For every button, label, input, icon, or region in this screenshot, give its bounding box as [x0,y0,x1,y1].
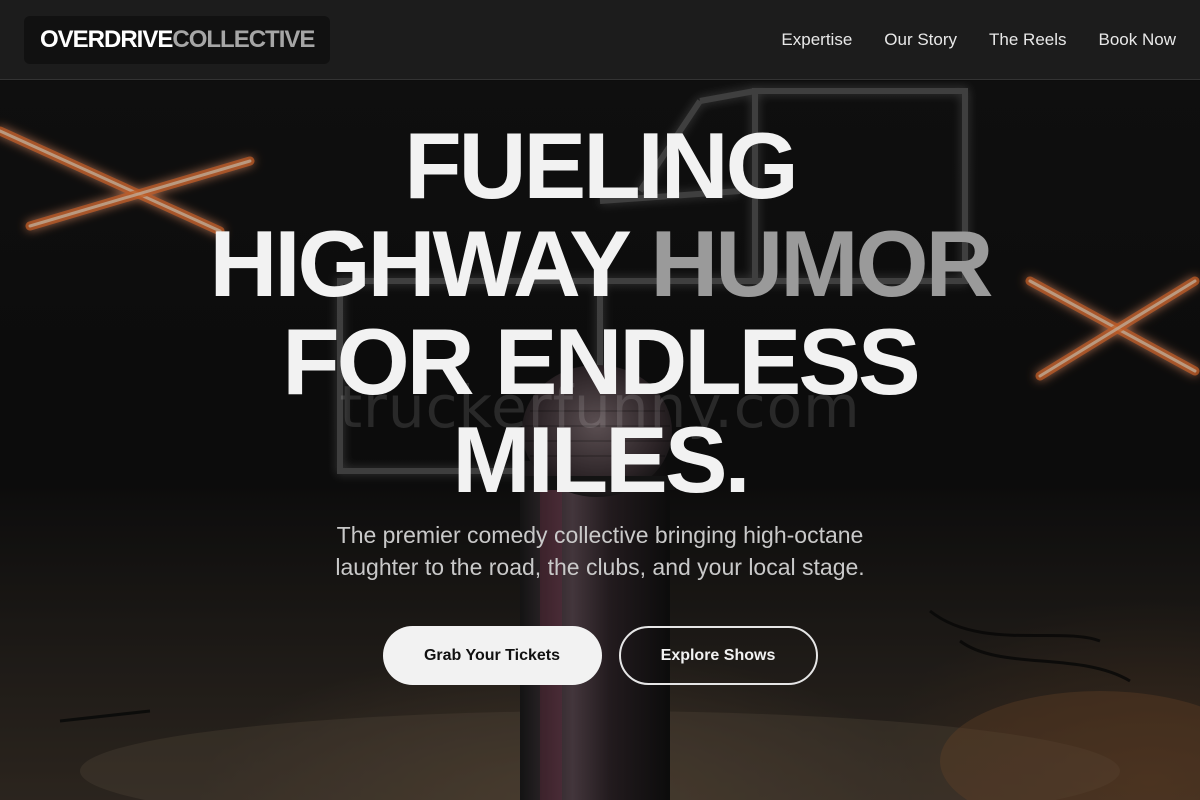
hero-headline: FUELING HIGHWAY HUMOR FOR ENDLESS MILES. [0,117,1200,509]
headline-line-4: MILES. [452,407,750,512]
nav-link-book-now[interactable]: Book Now [1099,30,1176,50]
headline-line-1: FUELING [404,113,799,218]
nav-link-our-story[interactable]: Our Story [884,30,957,50]
subtitle-line-2: laughter to the road, the clubs, and you… [335,554,865,580]
logo-secondary-text: COLLECTIVE [172,26,315,53]
headline-line-2: HIGHWAY HUMOR [0,215,1200,313]
nav-link-the-reels[interactable]: The Reels [989,30,1066,50]
headline-accent-humor: HUMOR [650,211,993,316]
logo-primary-text: OVERDRIVE [40,26,173,53]
main-nav: Expertise Our Story The Reels Book Now [781,0,1176,80]
grab-tickets-button[interactable]: Grab Your Tickets [382,626,602,685]
subtitle-line-1: The premier comedy collective bringing h… [336,522,864,548]
hero-section: truckerfunny.com FUELING HIGHWAY HUMOR F… [0,81,1200,800]
top-navbar: OVERDRIVE COLLECTIVE Expertise Our Story … [0,0,1200,80]
headline-word-highway: HIGHWAY [209,211,631,316]
headline-line-3: FOR ENDLESS [282,309,921,414]
hero-cta-group: Grab Your Tickets Explore Shows [0,626,1200,685]
explore-shows-button[interactable]: Explore Shows [618,626,818,685]
hero-subtitle: The premier comedy collective bringing h… [0,519,1200,583]
nav-link-expertise[interactable]: Expertise [781,30,852,50]
site-logo[interactable]: OVERDRIVE COLLECTIVE [24,16,331,64]
